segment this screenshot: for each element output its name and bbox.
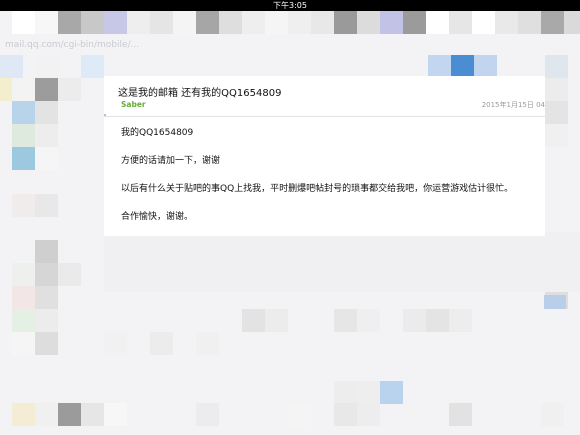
mosaic-tile [380, 381, 403, 404]
email-card: 这是我的邮箱 还有我的QQ1654809 Saber 2015年1月15日 04… [104, 76, 545, 236]
mosaic-tile [288, 403, 311, 426]
mosaic-tile [518, 11, 541, 34]
mosaic-tile [219, 11, 242, 34]
mosaic-tile [451, 55, 474, 78]
status-bar: 下午3:05 [0, 0, 580, 11]
mosaic-tile [403, 403, 426, 426]
mosaic-tile [35, 124, 58, 147]
mosaic-tile [35, 309, 58, 332]
mosaic-tile [357, 309, 380, 332]
mosaic-tile [541, 11, 564, 34]
mosaic-tile [449, 309, 472, 332]
mosaic-tile [426, 309, 449, 332]
mosaic-tile [242, 11, 265, 34]
mosaic-tile [334, 403, 357, 426]
mosaic-tile [35, 147, 58, 170]
reply-button[interactable] [544, 295, 566, 309]
mosaic-tile [334, 381, 357, 404]
mosaic-tile [311, 11, 334, 34]
mosaic-tile [495, 11, 518, 34]
mosaic-tile [357, 403, 380, 426]
reply-panel-area [104, 232, 580, 292]
mosaic-tile [265, 309, 288, 332]
mosaic-tile [173, 11, 196, 34]
mosaic-tile [403, 309, 426, 332]
mosaic-tile [58, 11, 81, 34]
mosaic-tile [35, 11, 58, 34]
mosaic-tile [12, 286, 35, 309]
mosaic-tile [12, 147, 35, 170]
mosaic-tile [196, 11, 219, 34]
mosaic-tile [81, 11, 104, 34]
mosaic-tile [104, 332, 127, 355]
mosaic-tile [81, 55, 104, 78]
mosaic-tile [12, 11, 35, 34]
url-text: mail.qq.com/cgi-bin/mobile/... [5, 40, 140, 50]
mosaic-tile [150, 332, 173, 355]
mosaic-tile [58, 403, 81, 426]
mosaic-tile [196, 403, 219, 426]
email-body-line: 方便的话请加一下，谢谢 [121, 156, 221, 166]
mosaic-tile [35, 78, 58, 101]
mosaic-tile [104, 403, 127, 426]
mosaic-tile [403, 11, 426, 34]
mosaic-tile [449, 403, 472, 426]
mosaic-tile [472, 11, 495, 34]
mosaic-tile [426, 11, 449, 34]
mosaic-tile [196, 332, 219, 355]
mosaic-tile [380, 11, 403, 34]
mosaic-tile [58, 263, 81, 286]
mosaic-tile [334, 11, 357, 34]
mosaic-tile [474, 55, 497, 78]
mosaic-tile [545, 78, 568, 101]
mosaic-tile [81, 403, 104, 426]
mosaic-tile [242, 309, 265, 332]
mosaic-tile [150, 11, 173, 34]
mosaic-tile [265, 11, 288, 34]
email-body-line: 合作愉快，谢谢。 [121, 212, 194, 222]
mosaic-tile [12, 101, 35, 124]
mosaic-tile [35, 403, 58, 426]
mosaic-tile [357, 11, 380, 34]
mosaic-tile [35, 332, 58, 355]
mosaic-tile [449, 11, 472, 34]
status-time: 下午3:05 [273, 1, 307, 10]
mosaic-tile [12, 194, 35, 217]
mosaic-tile [12, 78, 35, 101]
mosaic-tile [545, 55, 568, 78]
mosaic-tile [334, 309, 357, 332]
mosaic-tile [35, 286, 58, 309]
url-bar[interactable]: mail.qq.com/cgi-bin/mobile/... [5, 38, 305, 52]
email-header: 这是我的邮箱 还有我的QQ1654809 Saber 2015年1月15日 04 [104, 76, 545, 117]
mosaic-tile [58, 78, 81, 101]
mosaic-tile [0, 55, 23, 78]
mosaic-tile [12, 403, 35, 426]
email-body-line: 我的QQ1654809 [121, 128, 194, 138]
scroll-indicator [104, 114, 106, 116]
mosaic-tile [104, 11, 127, 34]
email-date: 2015年1月15日 04 [481, 101, 545, 109]
email-sender[interactable]: Saber [121, 100, 146, 109]
mosaic-tile [428, 55, 451, 78]
mosaic-tile [545, 101, 568, 124]
mosaic-tile [35, 240, 58, 263]
email-subject: 这是我的邮箱 还有我的QQ1654809 [118, 88, 282, 99]
mosaic-tile [12, 309, 35, 332]
mosaic-tile [12, 124, 35, 147]
mosaic-tile [35, 55, 58, 78]
mosaic-tile [12, 332, 35, 355]
mosaic-tile [288, 11, 311, 34]
mosaic-tile [564, 11, 580, 34]
mosaic-tile [541, 403, 564, 426]
mosaic-tile [12, 263, 35, 286]
mosaic-tile [35, 101, 58, 124]
email-body-line: 以后有什么关于贴吧的事QQ上找我，平时删爆吧帖封号的琐事都交给我吧，你运营游戏估… [121, 184, 514, 194]
mosaic-tile [357, 381, 380, 404]
mosaic-tile [35, 194, 58, 217]
mosaic-tile [127, 11, 150, 34]
mosaic-tile [35, 263, 58, 286]
mosaic-tile [545, 124, 568, 147]
